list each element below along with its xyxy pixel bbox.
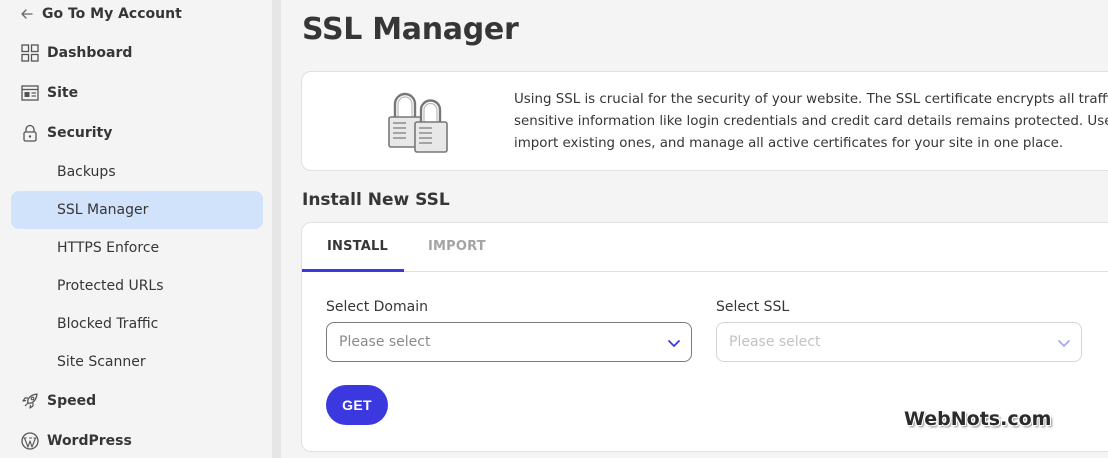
sidebar-item-dashboard[interactable]: Dashboard — [20, 40, 132, 66]
tab-import[interactable]: IMPORT — [428, 239, 486, 254]
go-to-account-label: Go To My Account — [42, 6, 182, 22]
wordpress-icon — [20, 431, 40, 451]
section-title: Install New SSL — [302, 190, 450, 210]
sidebar: Go To My Account Dashboard Site Security… — [0, 0, 272, 458]
page-title: SSL Manager — [302, 12, 519, 47]
select-domain-dropdown[interactable]: Please select — [326, 322, 692, 362]
sidebar-subitem-label: Backups — [57, 164, 116, 180]
sidebar-item-speed[interactable]: Speed — [20, 388, 96, 414]
ssl-info-card: Using SSL is crucial for the security of… — [301, 71, 1108, 171]
select-ssl-placeholder: Please select — [729, 334, 821, 350]
select-domain-label: Select Domain — [326, 299, 428, 315]
chevron-down-icon — [1058, 340, 1070, 347]
padlocks-illustration-icon — [388, 92, 448, 153]
active-tab-indicator — [302, 269, 404, 272]
sidebar-subitem-label: Protected URLs — [57, 278, 164, 294]
sidebar-divider — [272, 0, 281, 458]
sidebar-subitem-site-scanner[interactable]: Site Scanner — [11, 343, 263, 381]
watermark-text: WebNots.com — [904, 408, 1052, 430]
ssl-info-text: Using SSL is crucial for the security of… — [514, 89, 1108, 155]
sidebar-subitem-ssl-manager[interactable]: SSL Manager — [11, 191, 263, 229]
select-ssl-dropdown[interactable]: Please select — [716, 322, 1082, 362]
sidebar-item-label: WordPress — [47, 433, 132, 449]
sidebar-item-label: Security — [47, 125, 113, 141]
sidebar-subitem-label: Site Scanner — [57, 354, 146, 370]
chevron-down-icon — [668, 340, 680, 347]
sidebar-item-site[interactable]: Site — [20, 80, 78, 106]
sidebar-item-wordpress[interactable]: WordPress — [20, 428, 132, 454]
tab-bar: INSTALL IMPORT — [302, 223, 1108, 272]
select-domain-placeholder: Please select — [339, 334, 431, 350]
info-line: Using SSL is crucial for the security of… — [514, 92, 1108, 107]
sidebar-subitem-backups[interactable]: Backups — [11, 153, 263, 191]
sidebar-item-security[interactable]: Security — [20, 120, 112, 146]
get-button[interactable]: GET — [326, 385, 388, 425]
info-line: import existing ones, and manage all act… — [514, 136, 1064, 151]
sidebar-subitem-label: HTTPS Enforce — [57, 240, 160, 256]
go-to-account-link[interactable]: Go To My Account — [20, 3, 182, 25]
arrow-left-icon — [21, 9, 33, 19]
sidebar-subitem-label: Blocked Traffic — [57, 316, 159, 332]
lock-icon — [20, 123, 40, 143]
sidebar-item-label: Speed — [47, 393, 97, 409]
sidebar-item-label: Site — [47, 85, 79, 101]
sidebar-item-label: Dashboard — [47, 45, 133, 61]
select-ssl-label: Select SSL — [716, 299, 790, 315]
rocket-icon — [20, 391, 40, 411]
sidebar-subitem-https-enforce[interactable]: HTTPS Enforce — [11, 229, 263, 267]
sidebar-subitem-label: SSL Manager — [57, 202, 149, 218]
sidebar-subitem-blocked-traffic[interactable]: Blocked Traffic — [11, 305, 263, 343]
tab-install[interactable]: INSTALL — [327, 239, 388, 254]
info-line: sensitive information like login credent… — [514, 114, 1108, 129]
sidebar-subitem-protected-urls[interactable]: Protected URLs — [11, 267, 263, 305]
grid-icon — [20, 43, 40, 63]
site-layout-icon — [20, 83, 40, 103]
